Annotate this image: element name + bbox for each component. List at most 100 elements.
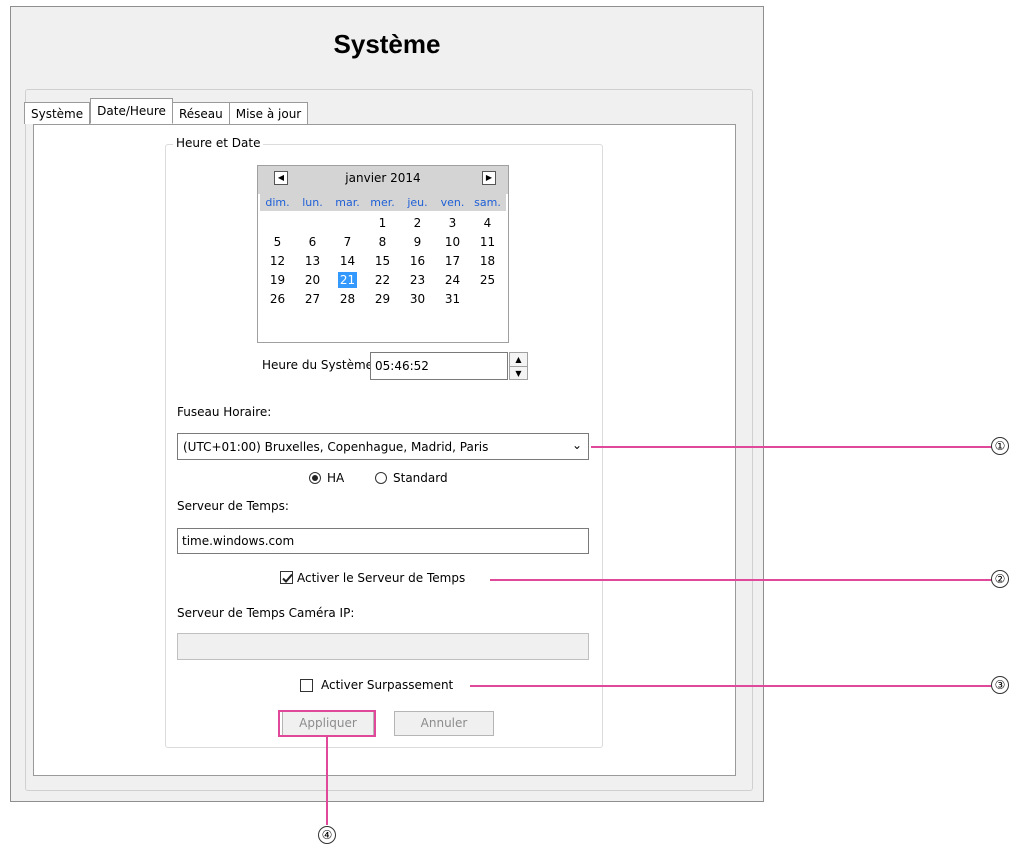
calendar-day[interactable]: 27: [295, 290, 330, 309]
calendar-day[interactable]: 19: [260, 271, 295, 290]
calendar-day[interactable]: 23: [400, 271, 435, 290]
calendar-empty-cell: [330, 214, 365, 233]
calendar-day[interactable]: 14: [330, 252, 365, 271]
calendar-day[interactable]: 26: [260, 290, 295, 309]
month-calendar[interactable]: ◀ janvier 2014 ▶ dim. lun. mar. mer. jeu…: [257, 165, 509, 343]
calendar-day[interactable]: 3: [435, 214, 470, 233]
next-month-icon[interactable]: ▶: [482, 171, 496, 185]
callout-2-line: [490, 579, 992, 581]
calendar-day-number: 14: [339, 254, 356, 268]
calendar-day-number: 11: [479, 235, 496, 249]
calendar-day-number: 6: [308, 235, 317, 249]
calendar-day-grid: 1 2 3 4 5 6 7 8 9 10 11 12 13 14 15 16 17 18 19 20 21 22 23 24 2…: [260, 214, 506, 309]
ip-camera-time-server-field[interactable]: [177, 633, 589, 660]
calendar-day[interactable]: 8: [365, 233, 400, 252]
enable-override-label: Activer Surpassement: [321, 678, 454, 692]
calendar-day-number: 9: [413, 235, 422, 249]
calendar-day[interactable]: 30: [400, 290, 435, 309]
calendar-day[interactable]: 10: [435, 233, 470, 252]
calendar-day[interactable]: 13: [295, 252, 330, 271]
weekday-label: ven.: [440, 196, 465, 209]
calendar-day[interactable]: 9: [400, 233, 435, 252]
calendar-day-number: 26: [269, 292, 286, 306]
calendar-day[interactable]: 21: [330, 271, 365, 290]
spin-up-icon[interactable]: ▲: [510, 353, 527, 367]
enable-time-server-label: Activer le Serveur de Temps: [297, 571, 466, 585]
calendar-day[interactable]: 20: [295, 271, 330, 290]
radio-selected-dot: [312, 475, 318, 481]
calendar-day-number: 8: [378, 235, 387, 249]
groupbox-legend: Heure et Date: [173, 136, 264, 150]
time-server-label: Serveur de Temps:: [177, 499, 289, 513]
tab-date-heure[interactable]: Date/Heure: [90, 98, 173, 124]
calendar-day[interactable]: 2: [400, 214, 435, 233]
radio-standard[interactable]: [375, 472, 387, 484]
calendar-day-number: 13: [304, 254, 321, 268]
weekday-label: lun.: [302, 196, 323, 209]
tab-strip: Système Date/Heure Réseau Mise à jour: [24, 98, 309, 124]
calendar-weekday-row: dim. lun. mar. mer. jeu. ven. sam.: [260, 194, 506, 211]
calendar-day[interactable]: 15: [365, 252, 400, 271]
tab-systeme[interactable]: Système: [24, 102, 91, 124]
chevron-down-icon: ⌄: [571, 438, 582, 452]
radio-standard-label: Standard: [393, 471, 448, 485]
callout-3-line: [470, 685, 992, 687]
calendar-month-label[interactable]: janvier 2014: [258, 171, 508, 185]
tab-reseau[interactable]: Réseau: [172, 102, 230, 124]
enable-time-server-checkbox[interactable]: [280, 571, 293, 584]
calendar-week-row: 1 2 3 4: [260, 214, 506, 233]
window-title: Système: [333, 29, 441, 59]
calendar-day-number: 1: [378, 216, 387, 230]
calendar-day[interactable]: 18: [470, 252, 505, 271]
calendar-day[interactable]: 24: [435, 271, 470, 290]
calendar-day-number: 31: [444, 292, 461, 306]
calendar-day-number: 30: [409, 292, 426, 306]
timezone-label: Fuseau Horaire:: [177, 405, 272, 419]
calendar-day[interactable]: 17: [435, 252, 470, 271]
weekday-label: mar.: [335, 196, 360, 209]
weekday-label: sam.: [474, 196, 501, 209]
calendar-selected-day: 21: [337, 272, 358, 288]
calendar-day[interactable]: 4: [470, 214, 505, 233]
system-time-field[interactable]: 05:46:52: [370, 352, 508, 380]
calendar-day[interactable]: 22: [365, 271, 400, 290]
calendar-day[interactable]: 7: [330, 233, 365, 252]
timezone-selected-value: (UTC+01:00) Bruxelles, Copenhague, Madri…: [183, 439, 489, 454]
calendar-day-number: 24: [444, 273, 461, 287]
calendar-day[interactable]: 29: [365, 290, 400, 309]
timezone-dropdown[interactable]: (UTC+01:00) Bruxelles, Copenhague, Madri…: [177, 433, 589, 460]
callout-2-badge: ②: [991, 570, 1009, 588]
calendar-day[interactable]: 11: [470, 233, 505, 252]
calendar-day[interactable]: 31: [435, 290, 470, 309]
calendar-day[interactable]: 1: [365, 214, 400, 233]
calendar-week-row: 19 20 21 22 23 24 25: [260, 271, 506, 290]
calendar-day-number: 23: [409, 273, 426, 287]
calendar-day[interactable]: 28: [330, 290, 365, 309]
callout-1-badge: ①: [991, 437, 1009, 455]
radio-ha[interactable]: [309, 472, 321, 484]
calendar-empty-cell: [295, 214, 330, 233]
cancel-button[interactable]: Annuler: [394, 711, 494, 736]
apply-button[interactable]: Appliquer: [282, 711, 374, 736]
calendar-day-number: 27: [304, 292, 321, 306]
calendar-week-row: 12 13 14 15 16 17 18: [260, 252, 506, 271]
calendar-day[interactable]: 12: [260, 252, 295, 271]
calendar-empty-cell: [260, 214, 295, 233]
enable-override-checkbox[interactable]: [300, 679, 313, 692]
system-time-spinner[interactable]: ▲ ▼: [509, 352, 528, 380]
calendar-day-number: 25: [479, 273, 496, 287]
calendar-day-number: 12: [269, 254, 286, 268]
calendar-day[interactable]: 5: [260, 233, 295, 252]
calendar-day-number: 4: [483, 216, 492, 230]
calendar-day[interactable]: 6: [295, 233, 330, 252]
ip-camera-time-server-label: Serveur de Temps Caméra IP:: [177, 606, 355, 620]
time-server-field[interactable]: time.windows.com: [177, 528, 589, 554]
calendar-day[interactable]: 16: [400, 252, 435, 271]
calendar-day[interactable]: 25: [470, 271, 505, 290]
tab-mise-a-jour[interactable]: Mise à jour: [229, 102, 309, 124]
callout-4-badge: ④: [318, 826, 336, 844]
calendar-day-number: 15: [374, 254, 391, 268]
spin-down-icon[interactable]: ▼: [510, 367, 527, 380]
weekday-label: dim.: [265, 196, 290, 209]
calendar-day-number: 16: [409, 254, 426, 268]
